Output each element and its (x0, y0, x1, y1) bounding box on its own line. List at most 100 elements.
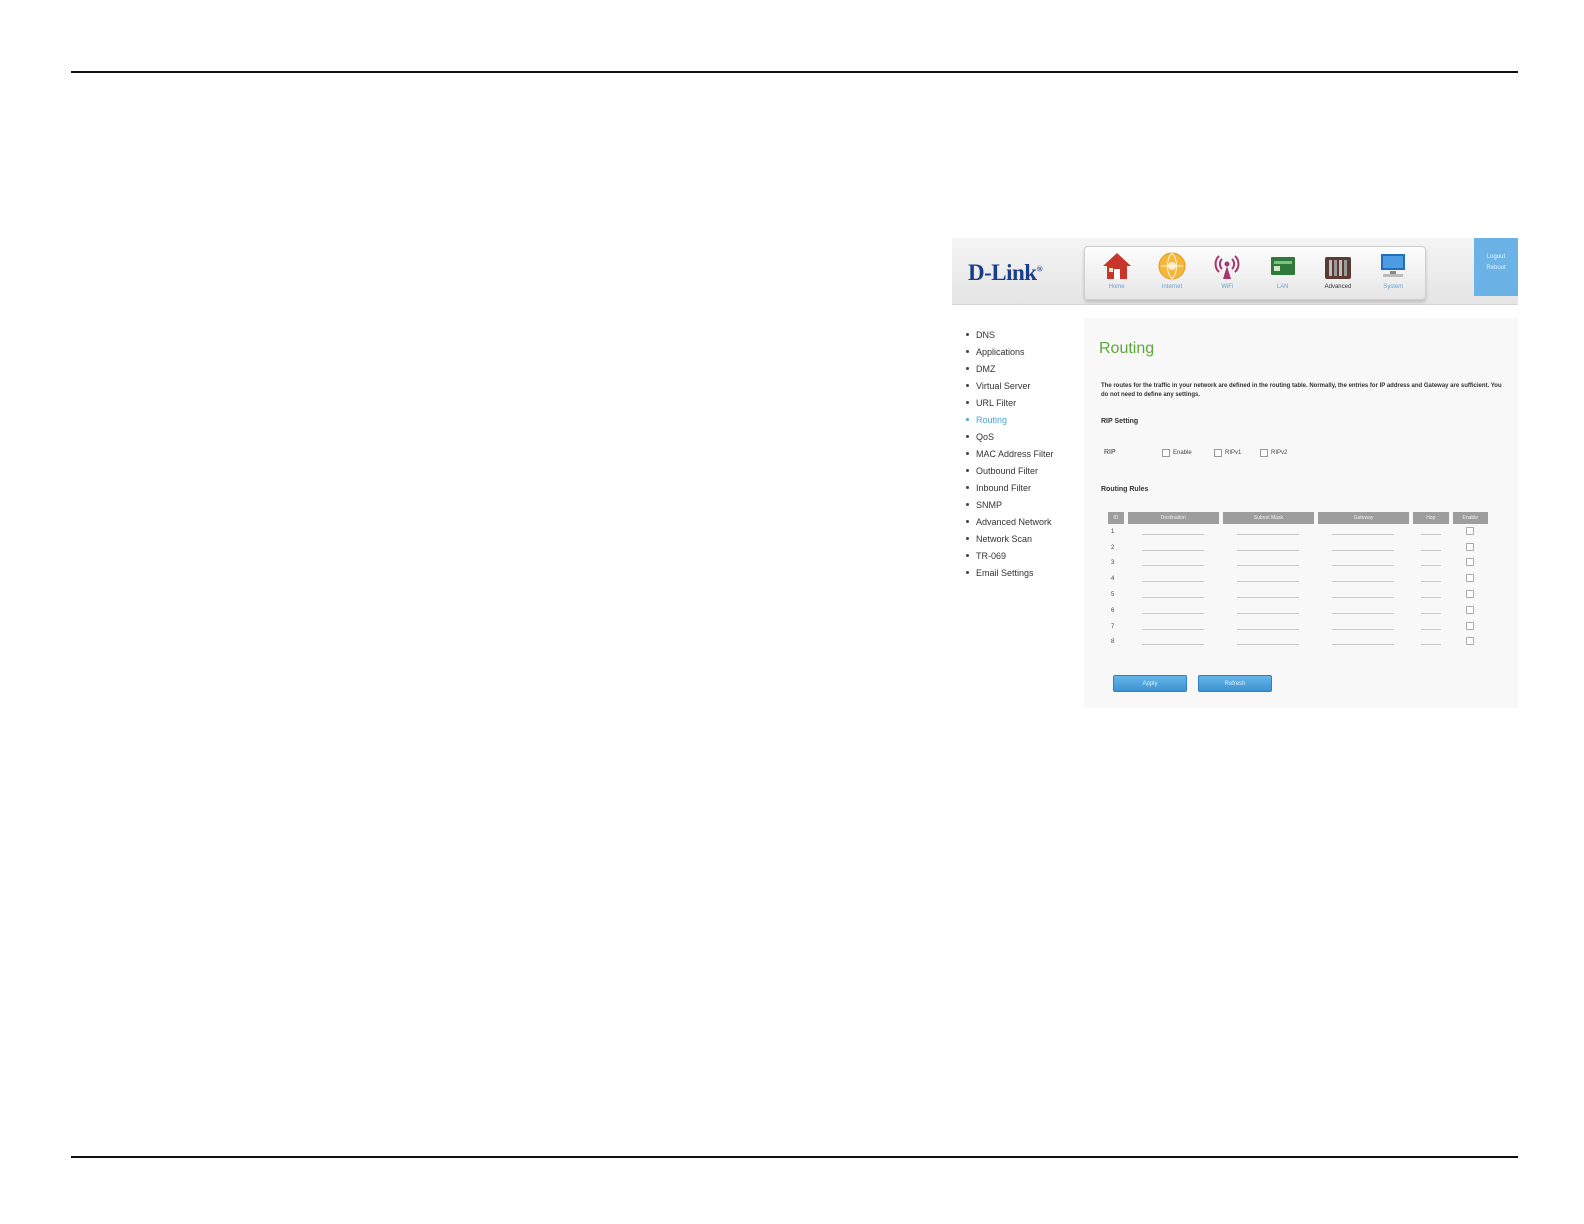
sidebar-item-dns[interactable]: DNS (966, 326, 1086, 343)
subnet-mask-input[interactable] (1237, 560, 1300, 567)
subnet-mask-input[interactable] (1237, 608, 1300, 614)
reboot-link[interactable]: Reboot (1486, 263, 1505, 274)
enable-checkbox[interactable] (1466, 574, 1475, 583)
enable-checkbox[interactable] (1466, 605, 1475, 614)
gateway-input[interactable] (1332, 592, 1395, 599)
wireless-icon (1210, 250, 1244, 282)
row-id: 1 (1111, 528, 1115, 535)
bullet-icon (966, 537, 969, 540)
routing-rules-table: ID Destination Subnet Mask Gateway Hop E… (1104, 512, 1492, 650)
gateway-input[interactable] (1332, 560, 1395, 567)
sidebar-item-mac-address-filter[interactable]: MAC Address Filter (966, 445, 1086, 462)
nav-advanced[interactable]: Advanced (1314, 247, 1362, 290)
gateway-input[interactable] (1332, 576, 1395, 583)
bullet-icon (966, 384, 969, 387)
rip-v1-checkbox[interactable]: RIPv1 (1214, 449, 1241, 457)
col-hop: Hop (1413, 512, 1449, 524)
rip-section-heading: RIP Setting (1101, 418, 1139, 425)
bullet-icon (966, 469, 969, 472)
sidebar-menu: DNS Applications DMZ Virtual Server URL … (966, 326, 1086, 581)
hop-input[interactable] (1420, 592, 1441, 599)
row-id: 6 (1111, 607, 1115, 614)
hop-input[interactable] (1420, 560, 1441, 567)
toolbox-icon (1321, 250, 1355, 282)
destination-input[interactable] (1142, 529, 1205, 535)
table-row: 5 (1108, 587, 1488, 603)
sidebar-item-tr-069[interactable]: TR-069 (966, 547, 1086, 564)
destination-input[interactable] (1142, 592, 1205, 599)
bullet-icon (966, 350, 969, 353)
bullet-icon (966, 554, 969, 557)
destination-input[interactable] (1142, 624, 1205, 630)
destination-input[interactable] (1142, 576, 1205, 583)
nav-wifi[interactable]: WiFi (1203, 247, 1251, 290)
sidebar-item-routing[interactable]: Routing (966, 411, 1086, 428)
refresh-button[interactable]: Refresh (1198, 675, 1272, 692)
sidebar-item-url-filter[interactable]: URL Filter (966, 394, 1086, 411)
sidebar-item-advanced-network[interactable]: Advanced Network (966, 513, 1086, 530)
destination-input[interactable] (1142, 639, 1205, 646)
table-row: 4 (1108, 571, 1488, 587)
hop-input[interactable] (1420, 545, 1441, 551)
subnet-mask-input[interactable] (1237, 529, 1300, 535)
subnet-mask-input[interactable] (1237, 545, 1300, 551)
hop-input[interactable] (1420, 639, 1441, 646)
checkbox-icon (1214, 449, 1222, 457)
sidebar-item-network-scan[interactable]: Network Scan (966, 530, 1086, 547)
sidebar-item-applications[interactable]: Applications (966, 343, 1086, 360)
enable-checkbox[interactable] (1466, 526, 1475, 535)
table-row: 1 (1108, 524, 1488, 540)
main-nav: Home Internet WiFi LAN Advanced System (1084, 246, 1426, 300)
sidebar-item-outbound-filter[interactable]: Outbound Filter (966, 462, 1086, 479)
nav-system[interactable]: System (1369, 247, 1417, 290)
enable-checkbox[interactable] (1466, 542, 1475, 551)
enable-checkbox[interactable] (1466, 558, 1475, 567)
row-id: 8 (1111, 639, 1115, 646)
gateway-input[interactable] (1332, 608, 1395, 614)
house-icon (1100, 250, 1134, 282)
destination-input[interactable] (1142, 608, 1205, 614)
table-row: 3 (1108, 556, 1488, 572)
bullet-icon (966, 520, 969, 523)
checkbox-icon (1162, 449, 1170, 457)
table-row: 6 (1108, 603, 1488, 619)
logout-panel: Logout Reboot (1474, 238, 1518, 296)
apply-button[interactable]: Apply (1113, 675, 1187, 692)
bullet-icon (966, 486, 969, 489)
enable-checkbox[interactable] (1466, 637, 1475, 646)
gateway-input[interactable] (1332, 545, 1395, 551)
rip-enable-checkbox[interactable]: Enable (1162, 449, 1192, 457)
nav-lan[interactable]: LAN (1259, 247, 1307, 290)
table-header-row: ID Destination Subnet Mask Gateway Hop E… (1108, 512, 1488, 524)
destination-input[interactable] (1142, 545, 1205, 551)
sidebar-item-virtual-server[interactable]: Virtual Server (966, 377, 1086, 394)
sidebar-item-snmp[interactable]: SNMP (966, 496, 1086, 513)
sidebar-item-dmz[interactable]: DMZ (966, 360, 1086, 377)
subnet-mask-input[interactable] (1237, 639, 1300, 646)
sidebar-item-qos[interactable]: QoS (966, 428, 1086, 445)
subnet-mask-input[interactable] (1237, 576, 1300, 583)
gateway-input[interactable] (1332, 529, 1395, 535)
col-subnet-mask: Subnet Mask (1222, 512, 1314, 524)
rip-v2-checkbox[interactable]: RIPv2 (1260, 449, 1287, 457)
enable-checkbox[interactable] (1466, 621, 1475, 630)
gateway-input[interactable] (1332, 639, 1395, 646)
router-ui-screenshot: D-Link® Home Internet WiFi LAN Advanced … (952, 238, 1518, 708)
sidebar-item-inbound-filter[interactable]: Inbound Filter (966, 479, 1086, 496)
sidebar-item-email-settings[interactable]: Email Settings (966, 564, 1086, 581)
nav-internet[interactable]: Internet (1148, 247, 1196, 290)
nav-home[interactable]: Home (1093, 247, 1141, 290)
rip-setting-row: RIP Enable RIPv1 RIPv2 (1104, 449, 1484, 461)
subnet-mask-input[interactable] (1237, 624, 1300, 630)
destination-input[interactable] (1142, 560, 1205, 567)
hop-input[interactable] (1420, 608, 1441, 614)
logout-link[interactable]: Logout (1487, 252, 1505, 263)
col-destination: Destination (1127, 512, 1219, 524)
hop-input[interactable] (1420, 529, 1441, 535)
gateway-input[interactable] (1332, 624, 1395, 630)
hop-input[interactable] (1420, 576, 1441, 583)
bullet-icon (966, 571, 969, 574)
subnet-mask-input[interactable] (1237, 592, 1300, 599)
enable-checkbox[interactable] (1466, 590, 1475, 599)
hop-input[interactable] (1420, 624, 1441, 630)
